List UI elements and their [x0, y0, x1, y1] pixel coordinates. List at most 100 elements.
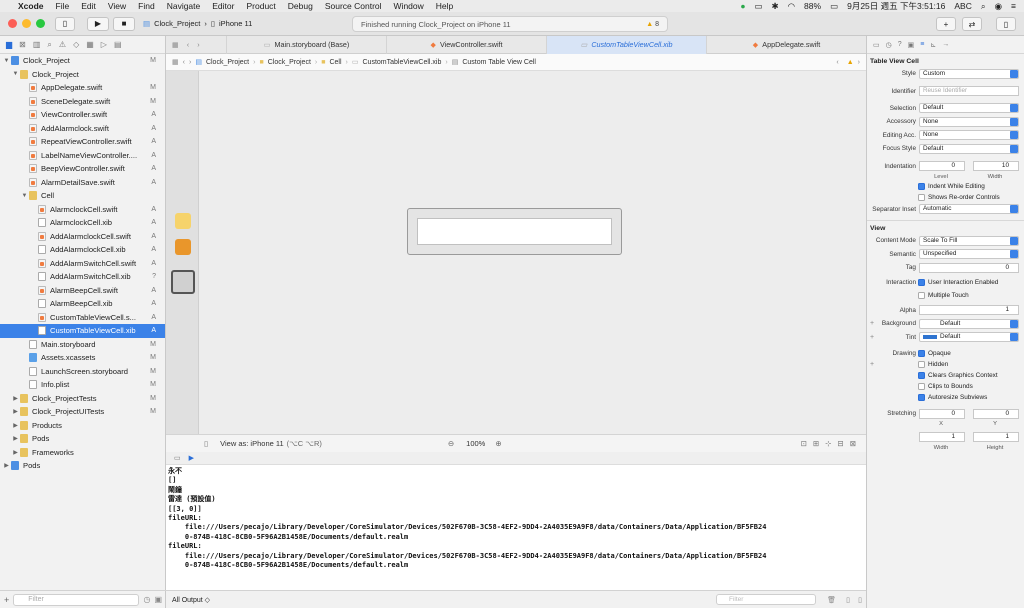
quick-help-icon[interactable]: ?	[898, 41, 902, 48]
tree-row-file[interactable]: SceneDelegate.swift M	[0, 95, 165, 109]
shows-reorder-checkbox[interactable]: Shows Re-order Controls	[918, 193, 1000, 201]
multiple-touch-checkbox[interactable]: Multiple Touch	[918, 291, 969, 299]
files-owner-icon[interactable]	[175, 213, 191, 229]
chevron-right-icon[interactable]: ›	[858, 59, 860, 66]
folder-icon[interactable]: ▆	[6, 40, 12, 49]
outline-toggle-icon[interactable]: ▯	[204, 439, 208, 448]
table-view-cell[interactable]	[407, 208, 622, 255]
tag-field[interactable]: 0	[919, 262, 1019, 273]
menu-window[interactable]: Window	[394, 1, 424, 11]
library-button[interactable]: +	[936, 17, 956, 31]
indentation-level-field[interactable]: 0	[919, 161, 965, 172]
tree-row-file[interactable]: AppDelegate.swift M	[0, 81, 165, 95]
tree-row-group-cell[interactable]: ▼ Cell	[0, 189, 165, 203]
jump-item-cell-view[interactable]: Custom Table View Cell	[462, 59, 536, 66]
table-cell-object-icon[interactable]	[171, 270, 195, 294]
menu-file[interactable]: File	[56, 1, 70, 11]
breakpoints-icon[interactable]: ▶	[189, 454, 194, 462]
tree-row-file[interactable]: AlarmclockCell.xib A	[0, 216, 165, 230]
disclosure-down-icon[interactable]: ▼	[20, 193, 29, 199]
tree-row-file[interactable]: AlarmclockCell.swift A	[0, 203, 165, 217]
tree-row-file[interactable]: AddAlarmSwitchCell.swift A	[0, 257, 165, 271]
tree-row-file[interactable]: AlarmBeepCell.swift A	[0, 284, 165, 298]
file-inspector-icon[interactable]: ▭	[873, 41, 880, 49]
report-icon[interactable]: ▤	[114, 40, 122, 49]
interface-builder-canvas[interactable]	[166, 71, 866, 434]
jump-item-project[interactable]: Clock_Project	[206, 59, 249, 66]
split-left-icon[interactable]: ▯	[846, 596, 850, 604]
find-icon[interactable]: ⌕	[47, 40, 51, 50]
selection-popup[interactable]: Default	[919, 103, 1019, 114]
tab-viewcontroller[interactable]: ◆ ViewController.swift	[386, 35, 546, 54]
zoom-in-icon[interactable]: ⊕	[495, 439, 501, 448]
identity-icon[interactable]: ▣	[908, 41, 915, 49]
tree-row-project-root[interactable]: ▼ Clock_Project M	[0, 54, 165, 68]
disclosure-right-icon[interactable]: ▶	[11, 422, 20, 429]
connections-icon[interactable]: →	[942, 41, 949, 48]
tree-row-file[interactable]: Main.storyboard M	[0, 338, 165, 352]
cell-content-view[interactable]	[417, 218, 612, 245]
add-variation-icon[interactable]: +	[870, 320, 874, 327]
code-review-button[interactable]: ⇄	[962, 17, 982, 31]
display-icon[interactable]: ▭	[754, 1, 762, 12]
semantic-popup[interactable]: Unspecified	[919, 249, 1019, 260]
tree-row-file[interactable]: AddAlarmclockCell.swift A	[0, 230, 165, 244]
disclosure-right-icon[interactable]: ▶	[11, 449, 20, 456]
spotlight-icon[interactable]: ⌕	[981, 1, 986, 12]
debug-icon[interactable]: ▦	[86, 40, 94, 49]
run-button[interactable]: ▶	[87, 16, 109, 31]
tree-row-file[interactable]: CustomTableViewCell.s... A	[0, 311, 165, 325]
jump-forward-icon[interactable]: ›	[189, 59, 191, 66]
wifi-icon[interactable]: ◠	[788, 1, 795, 12]
menu-help[interactable]: Help	[436, 1, 453, 11]
issue-icon[interactable]: ⚠	[59, 40, 66, 49]
menu-app[interactable]: Xcode	[18, 1, 44, 11]
source-control-icon[interactable]: ⊠	[19, 40, 26, 49]
tree-row-file[interactable]: AlarmBeepCell.xib A	[0, 297, 165, 311]
tab-main-storyboard[interactable]: ▭ Main.storyboard (Base)	[226, 35, 386, 54]
menu-edit[interactable]: Edit	[81, 1, 96, 11]
menu-product[interactable]: Product	[246, 1, 275, 11]
stop-button[interactable]: ■	[113, 16, 135, 31]
indent-while-editing-checkbox[interactable]: Indent While Editing	[918, 182, 985, 190]
split-right-icon[interactable]: ▯	[858, 596, 862, 604]
disclosure-right-icon[interactable]: ▶	[11, 435, 20, 442]
control-icon[interactable]: ≡	[1011, 1, 1016, 11]
focus-style-popup[interactable]: Default	[919, 143, 1019, 154]
tree-row-file[interactable]: Assets.xcassets M	[0, 351, 165, 365]
view-as-label[interactable]: View as: iPhone 11	[220, 439, 284, 448]
warning-icon[interactable]: ▲	[847, 59, 854, 66]
tab-appdelegate[interactable]: ◆ AppDelegate.swift	[706, 35, 866, 54]
tree-row-group[interactable]: ▶ Frameworks	[0, 446, 165, 460]
minimize-window-button[interactable]	[22, 19, 31, 28]
warning-badge[interactable]: ▲ 8	[646, 21, 659, 28]
navigator-toggle-button[interactable]: ▯	[55, 16, 75, 31]
tree-row-pods-project[interactable]: ▶ Pods	[0, 459, 165, 473]
tree-row-group[interactable]: ▶ Clock_ProjectTests M	[0, 392, 165, 406]
inspector-toggle-button[interactable]: ▯	[996, 17, 1016, 31]
add-icon[interactable]: +	[4, 595, 9, 605]
stretch-width-field[interactable]: 1	[919, 431, 965, 442]
zoom-window-button[interactable]	[36, 19, 45, 28]
zoom-level[interactable]: 100%	[466, 439, 485, 448]
alpha-field[interactable]: 1	[919, 305, 1019, 316]
user-interaction-checkbox[interactable]: User Interaction Enabled	[918, 279, 998, 287]
disclosure-right-icon[interactable]: ▶	[2, 462, 11, 469]
jump-item-file[interactable]: CustomTableViewCell.xib	[363, 59, 442, 66]
style-popup[interactable]: Custom	[919, 68, 1019, 79]
tree-row-file[interactable]: Info.plist M	[0, 378, 165, 392]
history-icon[interactable]: ◷	[886, 41, 892, 49]
opaque-checkbox[interactable]: Opaque	[918, 349, 951, 357]
menu-navigate[interactable]: Navigate	[167, 1, 201, 11]
jump-item-cell[interactable]: Cell	[329, 59, 341, 66]
autoresize-checkbox[interactable]: Autoresize Subviews	[918, 393, 987, 401]
test-icon[interactable]: ◇	[73, 40, 79, 49]
tab-customtableviewcell-xib[interactable]: ▭ CustomTableViewCell.xib	[546, 35, 706, 54]
console-filter-input[interactable]: Filter	[716, 594, 816, 605]
chevron-left-icon[interactable]: ‹	[836, 59, 838, 66]
input-source[interactable]: ABC	[954, 1, 971, 11]
siri-icon[interactable]: ◉	[995, 1, 1002, 12]
tree-row-file[interactable]: AddAlarmSwitchCell.xib?	[0, 270, 165, 284]
add-variation-icon[interactable]: +	[870, 361, 874, 368]
layout-tools-icon[interactable]: ⊡⊞⊹⊟⊠	[801, 439, 862, 448]
